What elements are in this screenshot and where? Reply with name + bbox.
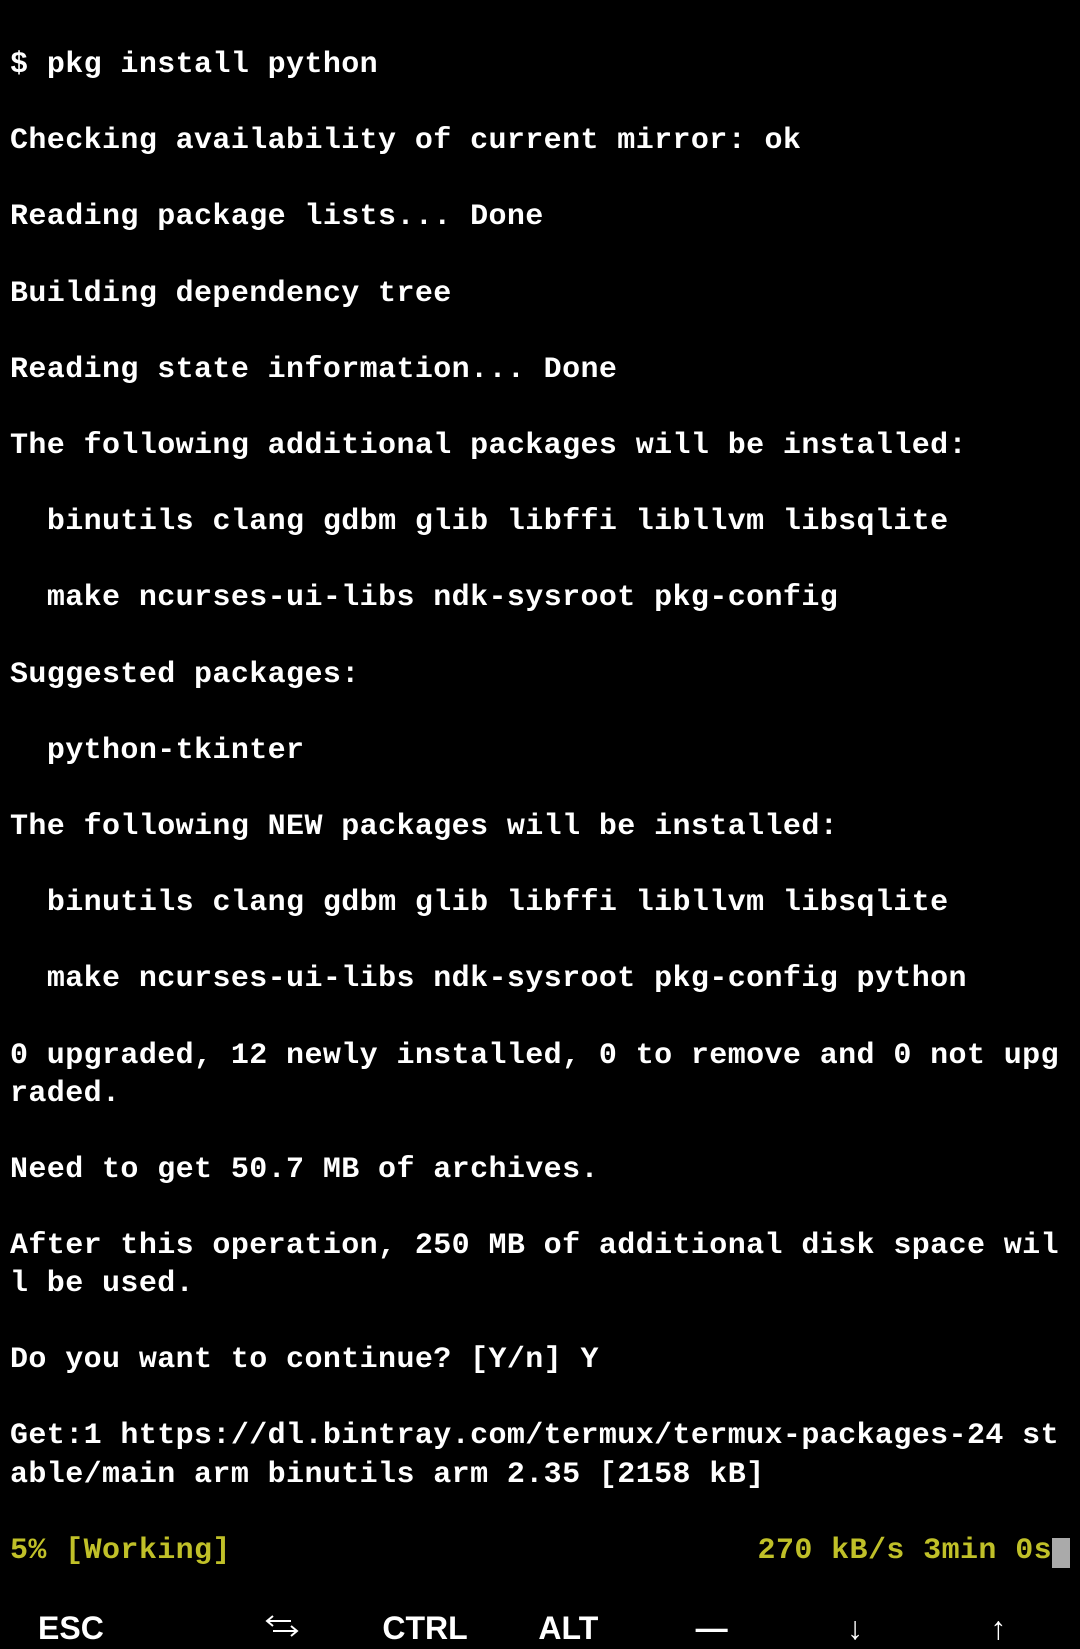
alt-key[interactable]: ALT <box>497 1608 640 1649</box>
output-line: Need to get 50.7 MB of archives. <box>10 1151 1070 1189</box>
output-line: make ncurses-ui-libs ndk-sysroot pkg-con… <box>10 579 1070 617</box>
output-line: Building dependency tree <box>10 275 1070 313</box>
extra-keys-row: ESC CTRL ALT — ↓ ↑ <box>0 1608 1080 1649</box>
output-line: Do you want to continue? [Y/n] Y <box>10 1341 1070 1379</box>
output-line: make ncurses-ui-libs ndk-sysroot pkg-con… <box>10 960 1070 998</box>
dash-key[interactable]: — <box>640 1608 783 1649</box>
output-line: 0 upgraded, 12 newly installed, 0 to rem… <box>10 1037 1070 1113</box>
output-line: python-tkinter <box>10 732 1070 770</box>
output-line: Reading state information... Done <box>10 351 1070 389</box>
output-line: binutils clang gdbm glib libffi libllvm … <box>10 884 1070 922</box>
output-line: The following additional packages will b… <box>10 427 1070 465</box>
command-text: pkg install python <box>47 48 378 82</box>
output-line: Suggested packages: <box>10 656 1070 694</box>
terminal-output[interactable]: $ pkg install python Checking availabili… <box>0 0 1080 1608</box>
output-line: After this operation, 250 MB of addition… <box>10 1227 1070 1303</box>
progress-left: 5% [Working] <box>10 1532 231 1570</box>
tab-icon <box>265 1613 299 1639</box>
cursor <box>1052 1538 1070 1568</box>
ctrl-key[interactable]: CTRL <box>353 1608 496 1649</box>
output-line: Reading package lists... Done <box>10 198 1070 236</box>
output-line: binutils clang gdbm glib libffi libllvm … <box>10 503 1070 541</box>
tab-key[interactable] <box>210 1608 353 1649</box>
progress-right: 270 kB/s 3min 0s <box>758 1534 1052 1568</box>
esc-key[interactable]: ESC <box>10 1608 210 1649</box>
up-arrow-key[interactable]: ↑ <box>927 1608 1070 1649</box>
output-line: Checking availability of current mirror:… <box>10 122 1070 160</box>
output-line: The following NEW packages will be insta… <box>10 808 1070 846</box>
down-arrow-key[interactable]: ↓ <box>783 1608 926 1649</box>
output-line: Get:1 https://dl.bintray.com/termux/term… <box>10 1417 1070 1493</box>
shell-prompt: $ <box>10 48 47 82</box>
progress-line: 5% [Working] 270 kB/s 3min 0s <box>10 1532 1070 1570</box>
